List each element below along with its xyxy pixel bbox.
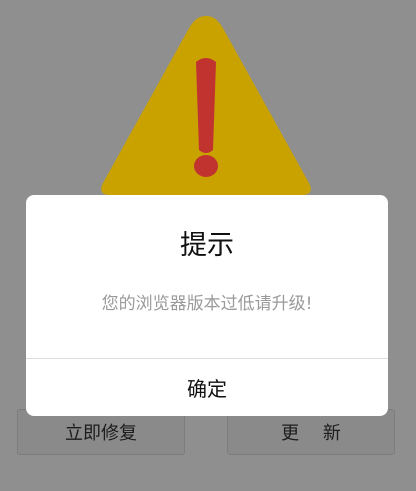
confirm-button[interactable]: 确定 — [26, 359, 388, 416]
dialog-message: 您的浏览器版本过低请升级! — [101, 294, 313, 314]
exclamation-mark-icon — [196, 58, 216, 153]
dialog-title: 提示 — [180, 230, 234, 261]
alert-dialog: 提示 您的浏览器版本过低请升级! 确定 — [26, 195, 388, 416]
